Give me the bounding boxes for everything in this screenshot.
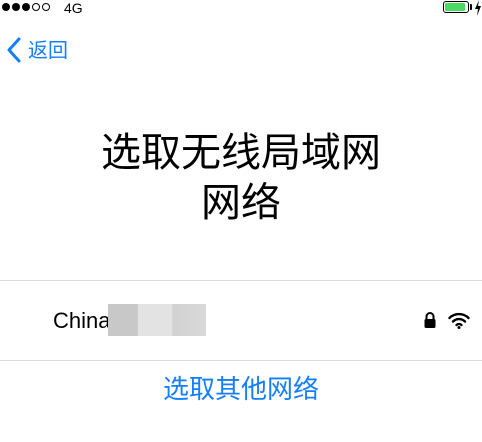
page-title-line-1: 选取无线局域网 (101, 130, 381, 176)
signal-dot-filled (22, 3, 30, 11)
signal-dot-filled (12, 3, 20, 11)
lock-icon (424, 312, 436, 328)
page-title: 选取无线局域网 网络 (0, 128, 482, 228)
redacted-network-name-block (108, 304, 206, 336)
cellular-signal-indicator (2, 3, 50, 11)
list-bottom-separator (0, 360, 482, 361)
chevron-left-icon (7, 37, 21, 63)
back-button-label: 返回 (28, 38, 68, 62)
battery-tip (470, 4, 472, 10)
signal-dot-filled (2, 3, 10, 11)
wifi-network-row[interactable]: China (0, 281, 482, 360)
charging-bolt-icon (475, 0, 481, 16)
signal-dot-empty (32, 3, 40, 11)
wifi-network-name: China (53, 308, 111, 333)
back-button[interactable]: 返回 (6, 36, 68, 64)
signal-dot-empty (42, 3, 50, 11)
wifi-setup-screen: 4G 返回 选取无线局域网 网络 China 选取其他网络 (0, 0, 482, 442)
status-bar: 4G (0, 0, 482, 20)
battery-icon (443, 1, 469, 13)
wifi-signal-icon (448, 312, 470, 329)
choose-other-network-button[interactable]: 选取其他网络 (0, 372, 482, 408)
battery-level-fill (445, 3, 465, 11)
network-type-label: 4G (64, 0, 83, 16)
page-title-line-2: 网络 (201, 180, 281, 226)
